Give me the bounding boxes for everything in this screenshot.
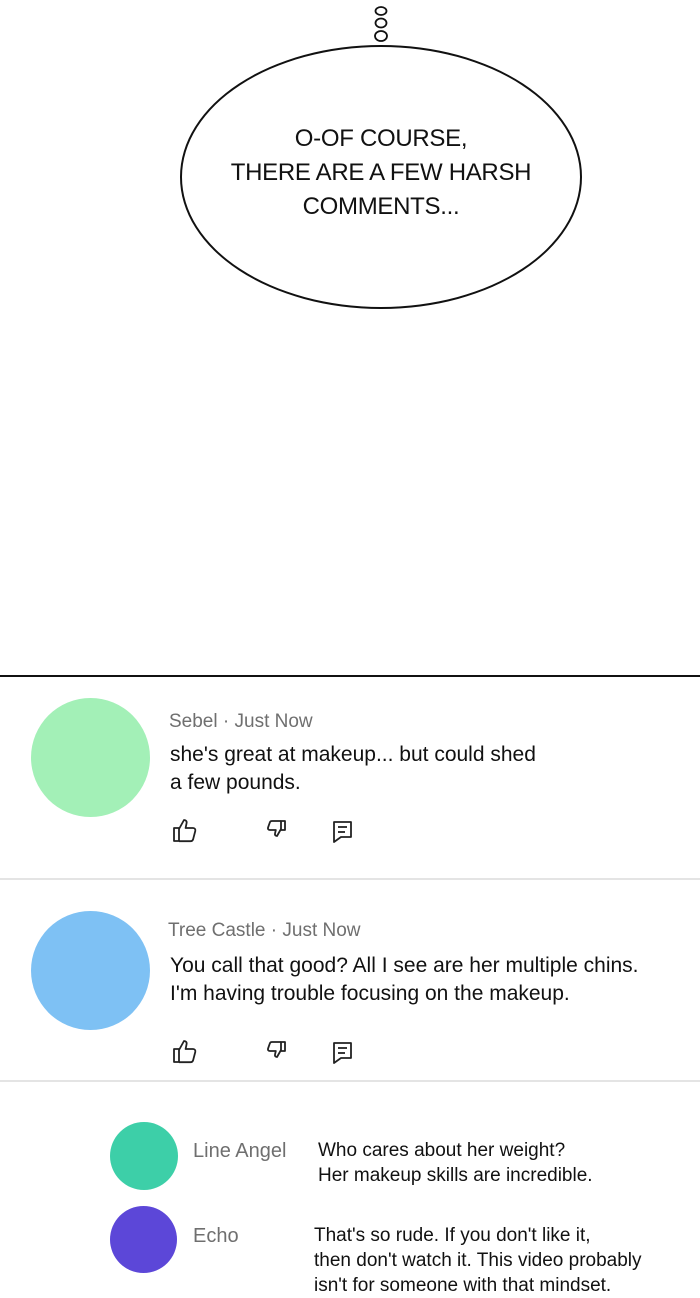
reply-icon	[333, 821, 352, 843]
thought-dots	[374, 6, 388, 42]
reply-item: Line Angel Who cares about her weight? H…	[0, 1110, 700, 1195]
comments-top-divider	[0, 675, 700, 677]
comment-author[interactable]: Sebel	[169, 711, 218, 732]
reply-icon	[333, 1042, 352, 1064]
comment-time: Just Now	[282, 920, 361, 941]
dislike-button[interactable]	[259, 1036, 289, 1066]
like-button[interactable]	[170, 815, 200, 845]
reply-author[interactable]: Line Angel	[193, 1140, 286, 1163]
avatar	[31, 698, 150, 817]
reply-text: That's so rude. If you don't like it, th…	[314, 1225, 642, 1296]
thumbs-up-icon	[173, 819, 197, 843]
comment-item: Sebel · Just Now she's great at makeup..…	[0, 678, 700, 878]
comment-meta: Tree Castle · Just Now	[168, 920, 361, 941]
speech-bubble: O-OF COURSE, THERE ARE A FEW HARSH COMME…	[180, 45, 582, 309]
comment-divider	[0, 1080, 700, 1082]
comment-text: she's great at makeup... but could shed …	[170, 743, 536, 794]
comment-item: Tree Castle · Just Now You call that goo…	[0, 880, 700, 1080]
reply-item: Echo That's so rude. If you don't like i…	[0, 1195, 700, 1296]
comment-meta: Sebel · Just Now	[169, 711, 313, 732]
speech-bubble-text: O-OF COURSE, THERE ARE A FEW HARSH COMME…	[230, 125, 532, 220]
comment-text: You call that good? All I see are her mu…	[170, 954, 639, 1005]
like-button[interactable]	[170, 1036, 200, 1066]
reply-button[interactable]	[328, 1038, 358, 1068]
avatar	[110, 1206, 177, 1273]
thumbs-down-icon	[267, 820, 286, 837]
thumbs-up-icon	[173, 1040, 197, 1064]
avatar	[31, 911, 150, 1030]
dislike-button[interactable]	[259, 815, 289, 845]
reply-author[interactable]: Echo	[193, 1225, 239, 1248]
comment-time: Just Now	[234, 711, 313, 732]
reply-button[interactable]	[328, 817, 358, 847]
thumbs-down-icon	[267, 1041, 286, 1058]
avatar	[110, 1122, 178, 1190]
comment-author[interactable]: Tree Castle	[168, 920, 266, 941]
reply-text: Who cares about her weight? Her makeup s…	[318, 1140, 593, 1186]
